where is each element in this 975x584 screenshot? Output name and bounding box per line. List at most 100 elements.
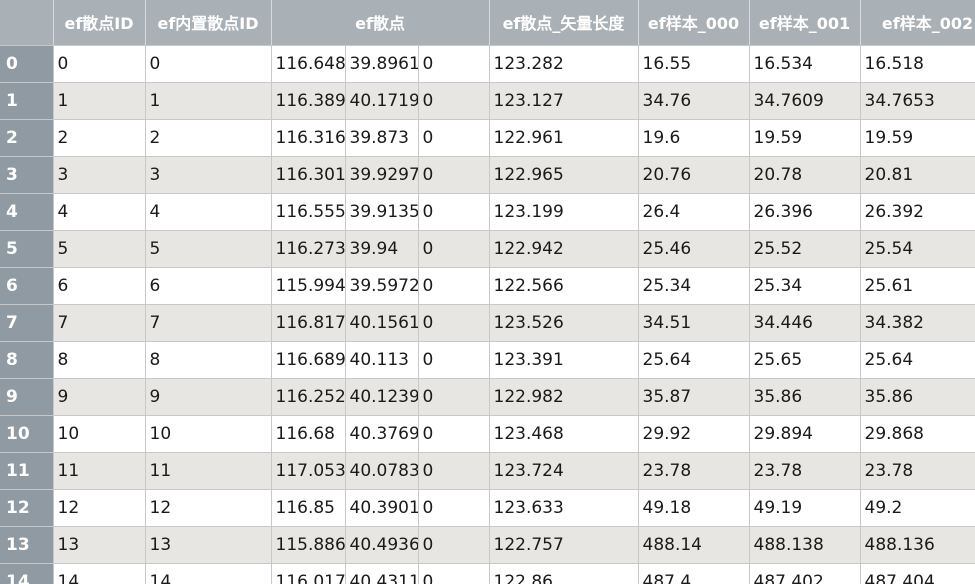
table-cell[interactable]: 0 — [417, 562, 490, 584]
table-cell[interactable]: 487.402 — [748, 562, 861, 584]
table-cell[interactable]: 13 — [52, 525, 146, 564]
table-cell[interactable]: 16.518 — [859, 44, 975, 83]
table-cell[interactable]: 39.5972 — [344, 266, 419, 305]
table-cell[interactable]: 40.3901 — [344, 488, 419, 527]
table-cell[interactable]: 123.526 — [488, 303, 639, 342]
table-cell[interactable]: 0 — [417, 229, 490, 268]
table-cell[interactable]: 25.54 — [859, 229, 975, 268]
table-cell[interactable]: 116.316 — [270, 118, 346, 157]
table-cell[interactable]: 0 — [417, 414, 490, 453]
table-cell[interactable]: 25.52 — [748, 229, 861, 268]
table-cell[interactable]: 9 — [52, 377, 146, 416]
row-index-header[interactable]: 3 — [0, 156, 54, 194]
table-cell[interactable]: 0 — [417, 155, 490, 194]
table-cell[interactable]: 11 — [52, 451, 146, 490]
table-cell[interactable]: 0 — [417, 192, 490, 231]
row-index-header[interactable]: 5 — [0, 230, 54, 268]
table-cell[interactable]: 122.566 — [488, 266, 639, 305]
column-header-sample-002[interactable]: ef样本_002 — [860, 0, 975, 46]
table-cell[interactable]: 0 — [144, 44, 272, 83]
column-header-vector-length[interactable]: ef散点_矢量长度 — [489, 0, 639, 46]
table-cell[interactable]: 2 — [52, 118, 146, 157]
row-index-header[interactable]: 1 — [0, 82, 54, 120]
table-cell[interactable]: 0 — [417, 488, 490, 527]
table-cell[interactable]: 25.34 — [748, 266, 861, 305]
table-cell[interactable]: 10 — [52, 414, 146, 453]
table-cell[interactable]: 3 — [144, 155, 272, 194]
corner-header[interactable] — [0, 0, 54, 46]
table-cell[interactable]: 39.873 — [344, 118, 419, 157]
row-index-header[interactable]: 7 — [0, 304, 54, 342]
table-cell[interactable]: 34.7609 — [748, 81, 861, 120]
table-cell[interactable]: 49.2 — [859, 488, 975, 527]
table-row[interactable]: 1 1 1 116.389 40.1719 0 123.127 34.76 34.7609 34.… — [0, 81, 975, 120]
table-cell[interactable]: 116.648 — [270, 44, 346, 83]
table-cell[interactable]: 122.942 — [488, 229, 639, 268]
table-row[interactable]: 5 5 5 116.273 39.94 0 122.942 25.46 25.52 25.54 — [0, 229, 975, 268]
table-row[interactable]: 7 7 7 116.817 40.1561 0 123.526 34.51 34.446 34.3… — [0, 303, 975, 342]
table-cell[interactable]: 487.404 — [859, 562, 975, 584]
table-row[interactable]: 4 4 4 116.555 39.9135 0 123.199 26.4 26.396 26.39… — [0, 192, 975, 231]
table-cell[interactable]: 116.68 — [270, 414, 346, 453]
table-cell[interactable]: 6 — [52, 266, 146, 305]
table-cell[interactable]: 29.92 — [637, 414, 750, 453]
table-row[interactable]: 3 3 3 116.301 39.9297 0 122.965 20.76 20.78 20.81 — [0, 155, 975, 194]
table-cell[interactable]: 116.252 — [270, 377, 346, 416]
table-row[interactable]: 9 9 9 116.252 40.1239 0 122.982 35.87 35.86 35.86 — [0, 377, 975, 416]
table-cell[interactable]: 488.136 — [859, 525, 975, 564]
table-cell[interactable]: 122.965 — [488, 155, 639, 194]
table-cell[interactable]: 39.8961 — [344, 44, 419, 83]
table-cell[interactable]: 10 — [144, 414, 272, 453]
table-cell[interactable]: 0 — [417, 451, 490, 490]
table-row[interactable]: 12 12 12 116.85 40.3901 0 123.633 49.18 49.19 49.… — [0, 488, 975, 527]
table-cell[interactable]: 6 — [144, 266, 272, 305]
row-index-header[interactable]: 13 — [0, 526, 54, 564]
table-row[interactable]: 13 13 13 115.886 40.4936 0 122.757 488.14 488.13… — [0, 525, 975, 564]
table-row[interactable]: 11 11 11 117.053 40.0783 0 123.724 23.78 23.78 23… — [0, 451, 975, 490]
table-cell[interactable]: 123.633 — [488, 488, 639, 527]
table-cell[interactable]: 1 — [52, 81, 146, 120]
table-row[interactable]: 8 8 8 116.689 40.113 0 123.391 25.64 25.65 25.64 — [0, 340, 975, 379]
table-cell[interactable]: 25.34 — [637, 266, 750, 305]
table-cell[interactable]: 40.1561 — [344, 303, 419, 342]
table-cell[interactable]: 122.961 — [488, 118, 639, 157]
table-cell[interactable]: 34.446 — [748, 303, 861, 342]
table-cell[interactable]: 20.76 — [637, 155, 750, 194]
table-cell[interactable]: 487.4 — [637, 562, 750, 584]
table-cell[interactable]: 0 — [417, 44, 490, 83]
table-cell[interactable]: 14 — [52, 562, 146, 584]
table-cell[interactable]: 0 — [417, 377, 490, 416]
table-cell[interactable]: 40.3769 — [344, 414, 419, 453]
table-cell[interactable]: 20.78 — [748, 155, 861, 194]
table-cell[interactable]: 115.886 — [270, 525, 346, 564]
table-cell[interactable]: 116.273 — [270, 229, 346, 268]
table-cell[interactable]: 19.6 — [637, 118, 750, 157]
table-cell[interactable]: 123.282 — [488, 44, 639, 83]
column-header-sample-001[interactable]: ef样本_001 — [749, 0, 861, 46]
table-cell[interactable]: 0 — [417, 118, 490, 157]
table-cell[interactable]: 1 — [144, 81, 272, 120]
table-cell[interactable]: 122.86 — [488, 562, 639, 584]
table-cell[interactable]: 40.1239 — [344, 377, 419, 416]
table-row[interactable]: 2 2 2 116.316 39.873 0 122.961 19.6 19.59 19.59 — [0, 118, 975, 157]
table-cell[interactable]: 25.64 — [637, 340, 750, 379]
table-cell[interactable]: 40.1719 — [344, 81, 419, 120]
row-index-header[interactable]: 2 — [0, 119, 54, 157]
table-cell[interactable]: 16.55 — [637, 44, 750, 83]
table-cell[interactable]: 20.81 — [859, 155, 975, 194]
table-row[interactable]: 6 6 6 115.994 39.5972 0 122.566 25.34 25.34 25.61 — [0, 266, 975, 305]
table-cell[interactable]: 19.59 — [859, 118, 975, 157]
table-cell[interactable]: 34.382 — [859, 303, 975, 342]
column-header-builtin-scatter-id[interactable]: ef内置散点ID — [145, 0, 272, 46]
table-cell[interactable]: 0 — [417, 340, 490, 379]
table-cell[interactable]: 0 — [417, 81, 490, 120]
row-index-header[interactable]: 11 — [0, 452, 54, 490]
table-cell[interactable]: 115.994 — [270, 266, 346, 305]
table-cell[interactable]: 122.982 — [488, 377, 639, 416]
table-cell[interactable]: 19.59 — [748, 118, 861, 157]
table-cell[interactable]: 116.689 — [270, 340, 346, 379]
table-cell[interactable]: 39.9135 — [344, 192, 419, 231]
table-cell[interactable]: 25.46 — [637, 229, 750, 268]
column-header-scatter-id[interactable]: ef散点ID — [53, 0, 146, 46]
table-cell[interactable]: 123.724 — [488, 451, 639, 490]
